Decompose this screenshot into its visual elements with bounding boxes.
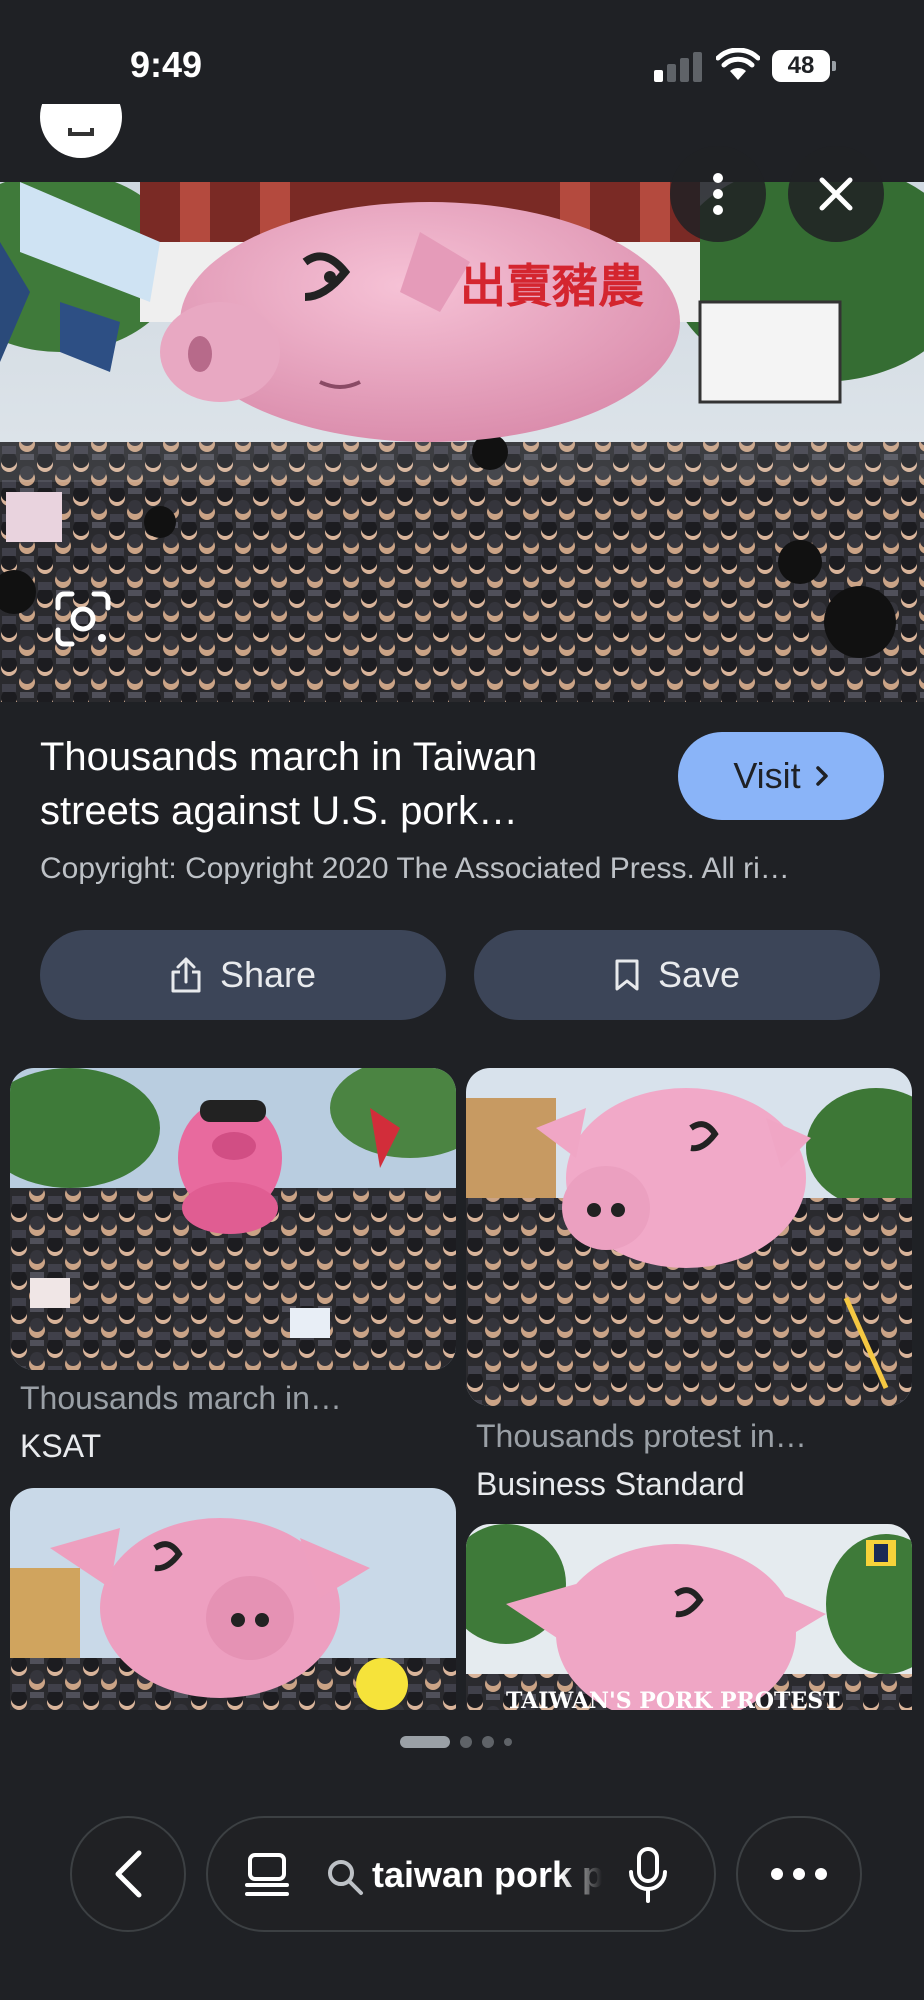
close-icon bbox=[819, 177, 853, 211]
chevron-right-icon bbox=[815, 766, 828, 786]
back-icon bbox=[115, 1850, 142, 1898]
wifi-icon bbox=[716, 48, 760, 80]
hero-image[interactable]: 出賣豬農 bbox=[0, 182, 924, 702]
search-bar[interactable]: taiwan pork protest bbox=[206, 1816, 716, 1932]
mic-icon[interactable] bbox=[628, 1846, 668, 1904]
related-title-1[interactable]: Thousands march in… bbox=[20, 1380, 342, 1417]
share-icon bbox=[171, 957, 201, 993]
search-icon bbox=[328, 1860, 363, 1895]
pagination-dots bbox=[400, 1734, 530, 1750]
status-bar: 9:49 48 bbox=[0, 0, 924, 120]
more-vert-icon bbox=[713, 173, 723, 215]
related-image-3[interactable] bbox=[10, 1488, 456, 1710]
visit-label: Visit bbox=[733, 755, 801, 796]
tabs-icon[interactable] bbox=[244, 1852, 290, 1898]
status-time: 9:49 bbox=[130, 44, 203, 85]
lens-icon bbox=[55, 591, 111, 647]
back-button[interactable] bbox=[70, 1816, 186, 1932]
save-button[interactable]: Save bbox=[474, 930, 880, 1020]
related-4-overlay-text: TAIWAN'S PORK PROTEST bbox=[506, 1688, 840, 1710]
account-avatar[interactable] bbox=[40, 104, 122, 160]
related-image-4[interactable]: TAIWAN'S PORK PROTEST bbox=[466, 1524, 912, 1710]
more-options-button[interactable] bbox=[670, 146, 766, 242]
related-image-1[interactable] bbox=[10, 1068, 456, 1370]
battery-level: 48 bbox=[772, 50, 830, 82]
share-label: Share bbox=[219, 954, 317, 995]
result-title[interactable]: Thousands march in Taiwan streets agains… bbox=[40, 730, 640, 838]
related-source-1: KSAT bbox=[20, 1428, 102, 1464]
menu-button[interactable] bbox=[736, 1816, 862, 1932]
hero-banner-text: 出賣豬農 bbox=[460, 259, 644, 313]
more-horiz-icon bbox=[771, 1868, 827, 1880]
lens-search-button[interactable] bbox=[54, 590, 112, 648]
related-title-2[interactable]: Thousands protest in… bbox=[476, 1418, 807, 1455]
copyright-text: Copyright: Copyright 2020 The Associated… bbox=[40, 852, 790, 885]
close-button[interactable] bbox=[788, 146, 884, 242]
visit-button[interactable]: Visit bbox=[678, 732, 884, 820]
share-button[interactable]: Share bbox=[40, 930, 446, 1020]
bookmark-icon bbox=[615, 959, 639, 991]
battery-icon: 48 bbox=[772, 50, 836, 82]
related-source-2: Business Standard bbox=[476, 1466, 745, 1502]
save-label: Save bbox=[657, 954, 741, 995]
search-query[interactable]: taiwan pork protest bbox=[372, 1854, 602, 1896]
related-image-2[interactable] bbox=[466, 1068, 912, 1406]
cellular-signal-icon bbox=[654, 50, 702, 82]
